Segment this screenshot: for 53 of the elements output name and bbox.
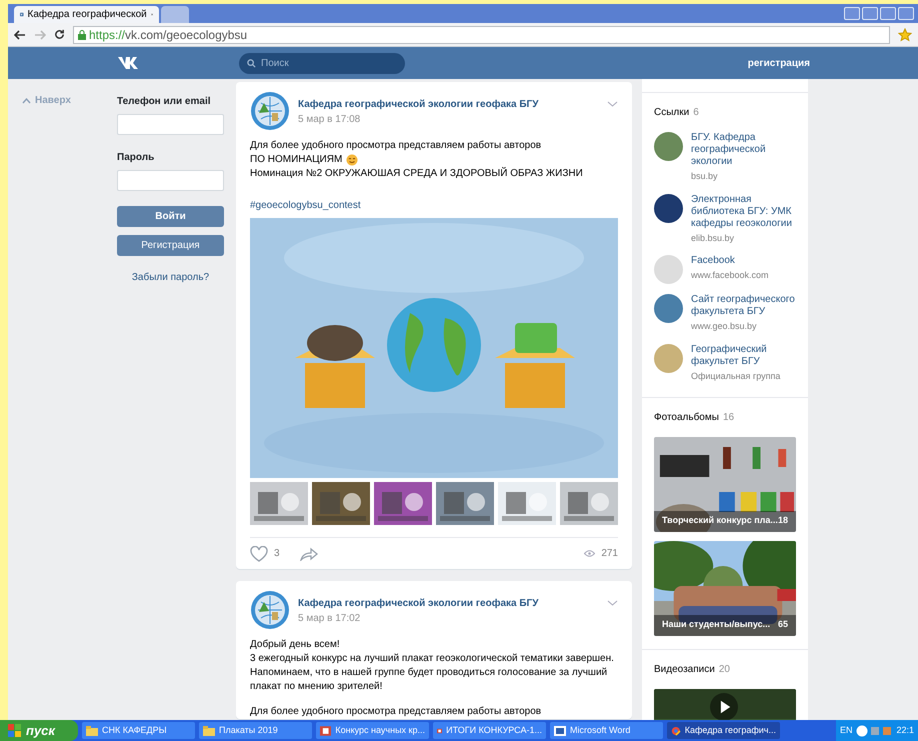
- link-subtitle: Официальная группа: [691, 370, 782, 383]
- register-link[interactable]: регистрация: [748, 56, 810, 70]
- language-indicator[interactable]: EN: [840, 724, 852, 738]
- album-title: Творческий конкурс пла...: [662, 514, 778, 527]
- section-title[interactable]: Фотоальбомы: [654, 410, 719, 425]
- post-text: ПО НОМИНАЦИЯМ: [250, 153, 342, 167]
- post-text: Напоминаем, что в нашей группе будет проводиться голосование за лучший: [250, 666, 608, 680]
- field-label: Пароль: [117, 151, 156, 165]
- taskbar-button[interactable]: СНК КАФЕДРЫ: [82, 722, 195, 739]
- author-link[interactable]: Кафедра географической экологии геофака БГУ: [298, 97, 538, 112]
- clock: 22:1: [896, 724, 914, 737]
- search-field[interactable]: Поиск: [239, 52, 405, 74]
- post-text: Номинация №2 ОКРУЖАЮШАЯ СРЕДА И ЗДОРОВЫЙ ОБРАЗ ЖИЗНИ: [250, 167, 583, 181]
- album-title: Наши студенты/выпус...: [662, 618, 770, 631]
- album-count: 18: [778, 514, 788, 526]
- forgot-password-link[interactable]: Забыли пароль?: [117, 270, 224, 285]
- author-link[interactable]: Кафедра географической экологии геофака БГУ: [298, 596, 538, 611]
- section-title[interactable]: Ссылки: [654, 105, 690, 120]
- link-subtitle: elib.bsu.by: [691, 232, 736, 245]
- post-text: Для более удобного просмотра представляем работы авторов: [250, 139, 542, 153]
- link-title[interactable]: Facebook: [691, 255, 769, 267]
- address-field[interactable]: https://vk.com/geoecologybsu: [73, 26, 890, 44]
- link-title[interactable]: Географический факультет БГУ: [691, 344, 796, 368]
- browser-tab[interactable]: Кафедра географической: [14, 6, 159, 23]
- register-button[interactable]: Регистрация: [117, 235, 224, 256]
- taskbar-button[interactable]: Конкурс научных кр...: [316, 722, 429, 739]
- link-title[interactable]: Сайт географического факультета БГУ: [691, 294, 796, 318]
- login-button[interactable]: Войти: [117, 206, 224, 227]
- post-date: 5 мар в 17:02: [298, 612, 362, 626]
- link-title[interactable]: БГУ. Кафедра географической экологии: [691, 132, 796, 168]
- post-text: 3 ежегодный конкурс на лучший плакат геоэкологической тематики завершен.: [250, 652, 614, 666]
- link-subtitle: www.geo.bsu.by: [691, 320, 758, 333]
- start-button[interactable]: пуск: [0, 720, 78, 741]
- section-count: 6: [693, 106, 699, 120]
- taskbar-button[interactable]: Кафедра географич...: [667, 722, 780, 739]
- post-text: плакат по мнению зрителей!: [250, 680, 382, 694]
- link-title[interactable]: Электронная библиотека БГУ: УМК кафедры геоэкологии: [691, 194, 796, 230]
- link-subtitle: bsu.by: [691, 170, 719, 183]
- section-title[interactable]: Видеозаписи: [654, 662, 715, 677]
- album-count: 65: [778, 618, 788, 630]
- post-text: Добрый день всем!: [250, 638, 340, 652]
- section-count: 20: [718, 663, 730, 677]
- field-label: Телефон или email: [117, 95, 212, 109]
- taskbar-button[interactable]: Microsoft Word: [550, 722, 663, 739]
- hashtag-link[interactable]: #geoecologybsu_contest: [250, 198, 361, 213]
- post-text: Для более удобного просмотра представляем работы авторов: [250, 705, 542, 719]
- post-date: 5 мар в 17:08: [298, 113, 362, 127]
- section-count: 16: [722, 411, 734, 425]
- taskbar-button[interactable]: ИТОГИ КОНКУРСА-1...: [433, 722, 546, 739]
- view-count: 271: [601, 547, 618, 561]
- taskbar-button[interactable]: Плакаты 2019: [199, 722, 312, 739]
- like-count: 3: [274, 547, 280, 561]
- link-subtitle: www.facebook.com: [691, 269, 769, 282]
